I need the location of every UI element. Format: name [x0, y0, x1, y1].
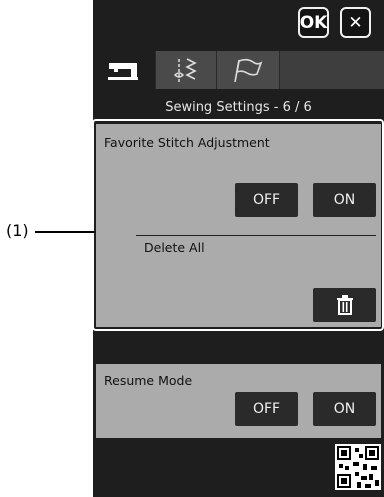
- close-icon: ✕: [348, 12, 363, 33]
- tab-bar-empty: [280, 51, 384, 89]
- close-button[interactable]: ✕: [340, 7, 371, 38]
- callout-line: [35, 231, 95, 233]
- qr-code: [335, 444, 381, 490]
- trash-icon: [336, 295, 353, 315]
- favorite-stitch-label: Favorite Stitch Adjustment: [104, 135, 270, 150]
- page-title: Sewing Settings - 6 / 6: [165, 100, 312, 115]
- favorite-stitch-on-button[interactable]: ON: [313, 183, 376, 217]
- delete-all-button[interactable]: [313, 288, 376, 322]
- tab-flag[interactable]: [217, 51, 279, 89]
- stitch-icon: [173, 58, 197, 82]
- flag-icon: [234, 58, 263, 83]
- resume-mode-off-button[interactable]: OFF: [235, 392, 298, 426]
- resume-mode-label: Resume Mode: [104, 373, 193, 388]
- sewing-machine-icon: [108, 63, 138, 80]
- divider: [136, 235, 376, 236]
- tab-stitch[interactable]: [156, 51, 216, 89]
- favorite-stitch-off-button[interactable]: OFF: [235, 183, 298, 217]
- qr-code-icon: [337, 446, 379, 488]
- tab-bar: [93, 51, 384, 89]
- tab-sewing-machine[interactable]: [93, 51, 155, 89]
- ok-button[interactable]: OK: [298, 7, 329, 38]
- callout-label: (1): [6, 221, 29, 240]
- resume-mode-on-button[interactable]: ON: [313, 392, 376, 426]
- favorite-stitch-panel: Favorite Stitch Adjustment OFF ON Delete…: [96, 124, 381, 327]
- delete-all-label: Delete All: [144, 240, 205, 255]
- resume-mode-panel: Resume Mode OFF ON: [96, 364, 381, 438]
